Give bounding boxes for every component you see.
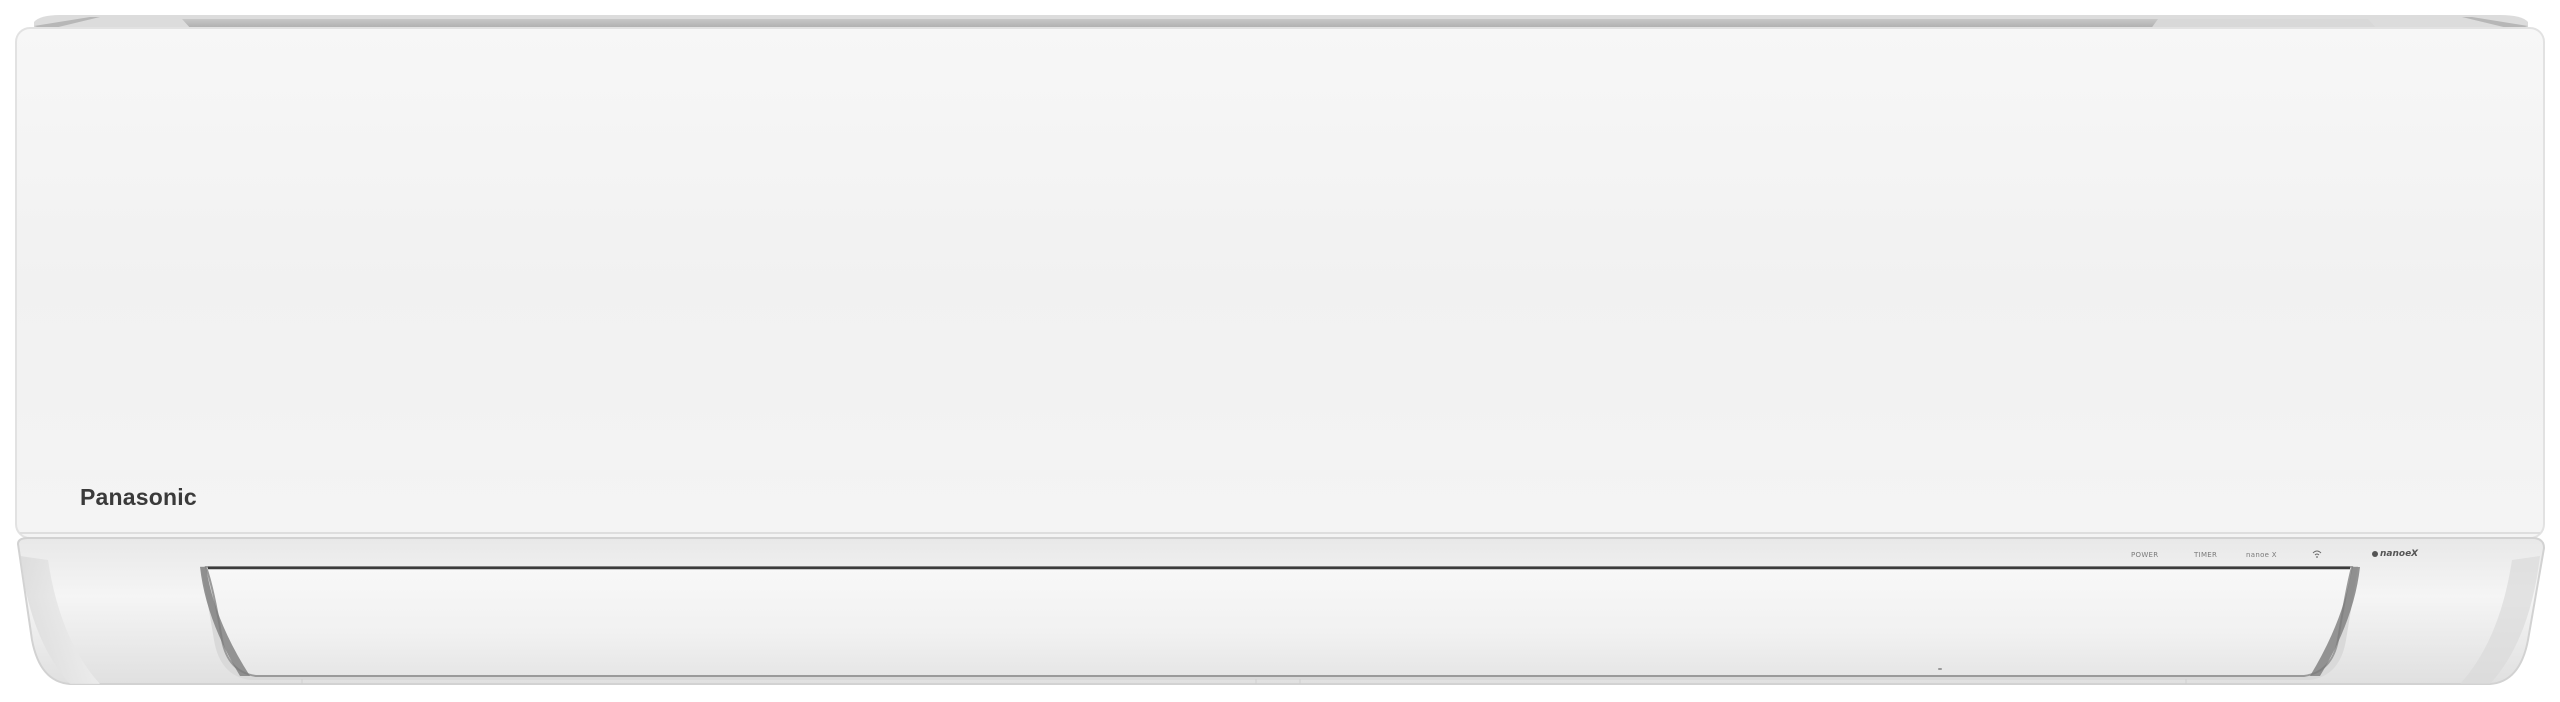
power-indicator-label: POWER [2131,551,2159,559]
nanoex-dot-icon [2372,550,2378,557]
nanoex-logo-text: nanoeX [2380,549,2419,559]
air-conditioner-scene: Panasonic POWER TIMER nanoe X nanoeX [0,0,2560,702]
timer-indicator-label: TIMER [2194,551,2218,559]
louver-flap [204,566,2354,677]
nanoex-logo: nanoeX [2372,549,2418,559]
status-led [1938,668,1942,670]
brand-logo: Panasonic [80,484,197,510]
nanoe-indicator-label: nanoe X [2246,551,2277,559]
front-panel [15,27,2545,539]
wifi-icon [2312,550,2322,558]
air-conditioner-unit [15,15,2546,685]
